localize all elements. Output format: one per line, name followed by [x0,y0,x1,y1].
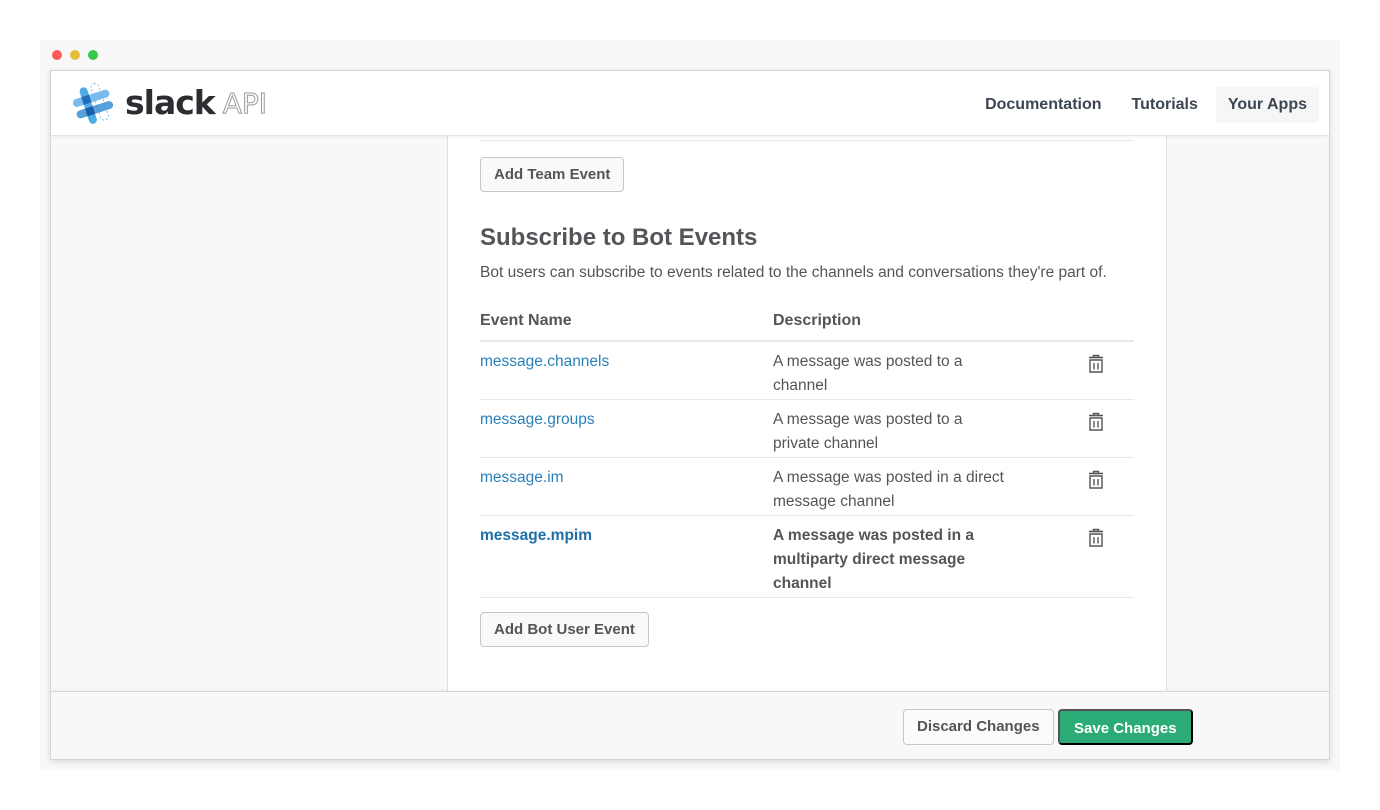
logo-api-label: API [222,86,268,120]
main-content-panel: Add Team Event Subscribe to Bot Events B… [447,71,1167,759]
table-header: Event Name Description [480,309,1134,342]
nav-your-apps[interactable]: Your Apps [1215,87,1319,123]
bot-events-table: Event Name Description message.channels … [480,309,1134,598]
event-description: A message was posted to a private channe… [773,411,963,452]
column-header-description: Description [773,312,862,329]
left-sidebar-area [51,136,447,691]
trash-icon[interactable] [1087,528,1105,548]
browser-viewport: slack API Documentation Tutorials Your A… [50,70,1330,760]
event-name-link[interactable]: message.im [480,458,773,515]
event-name-link[interactable]: message.mpim [480,516,773,597]
table-row: message.channels A message was posted to… [480,342,1134,400]
window-controls [52,50,98,60]
table-row: message.im A message was posted in a dir… [480,458,1134,516]
trash-icon[interactable] [1087,354,1105,374]
table-row: message.mpim A message was posted in a m… [480,516,1134,598]
bot-events-description: Bot users can subscribe to events relate… [480,264,1107,281]
add-bot-user-event-button[interactable]: Add Bot User Event [480,612,649,647]
save-changes-bar: Discard Changes Save Changes [51,691,1329,759]
bot-events-heading: Subscribe to Bot Events [480,224,758,251]
trash-icon[interactable] [1087,412,1105,432]
add-team-event-button[interactable]: Add Team Event [480,157,625,192]
logo-wordmark: slack [125,82,216,122]
trash-icon[interactable] [1087,470,1105,490]
event-name-link[interactable]: message.groups [480,400,773,457]
column-header-event-name: Event Name [480,312,572,329]
nav-documentation[interactable]: Documentation [973,87,1113,123]
nav-tutorials[interactable]: Tutorials [1120,87,1210,123]
save-changes-button[interactable]: Save Changes [1058,709,1193,745]
event-description: A message was posted in a direct message… [773,469,1004,510]
top-nav: Documentation Tutorials Your Apps [973,87,1319,123]
slack-api-logo[interactable]: slack API [69,81,268,127]
close-window-button[interactable] [52,50,62,60]
table-row: message.groups A message was posted to a… [480,400,1134,458]
maximize-window-button[interactable] [88,50,98,60]
event-description: A message was posted to a channel [773,353,963,394]
discard-changes-button[interactable]: Discard Changes [903,709,1054,745]
minimize-window-button[interactable] [70,50,80,60]
slack-hash-icon [72,83,114,124]
event-name-link[interactable]: message.channels [480,342,773,399]
section-divider [480,140,1134,141]
event-description: A message was posted in a multiparty dir… [773,527,975,592]
top-header: slack API Documentation Tutorials Your A… [51,71,1329,136]
